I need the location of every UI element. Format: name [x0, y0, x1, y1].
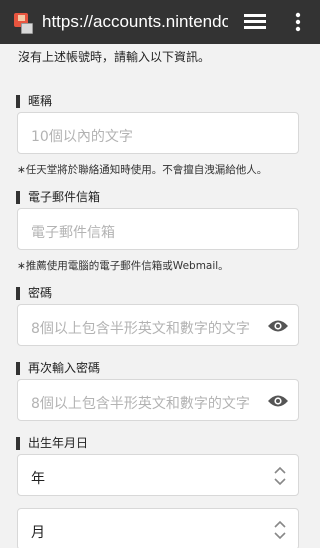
show-password-eye-icon[interactable] [267, 318, 289, 334]
nickname-note: ∗任天堂將於聯絡通知時使用。不會擅自洩漏給他人。 [17, 164, 268, 176]
email-placeholder: 電子郵件信箱 [31, 225, 115, 241]
nickname-input[interactable]: 10個以內的文字 [17, 112, 299, 154]
site-favicon-icon [12, 11, 33, 34]
browser-toolbar: https://accounts.nintendo [0, 0, 320, 44]
password-placeholder: 8個以上包含半形英文和數字的文字 [31, 321, 250, 337]
address-bar[interactable]: https://accounts.nintendo [42, 12, 228, 32]
show-password-confirm-eye-icon[interactable] [267, 393, 289, 409]
email-label: 電子郵件信箱 [16, 191, 100, 204]
intro-text: 沒有上述帳號時，請輸入以下資訊。 [18, 50, 211, 64]
registration-form: 沒有上述帳號時，請輸入以下資訊。 暱稱 10個以內的文字 ∗任天堂將於聯絡通知時… [0, 44, 320, 548]
password-input[interactable]: 8個以上包含半形英文和數字的文字 [17, 304, 299, 346]
birth-month-value: 月 [31, 525, 45, 541]
chevron-up-down-icon [274, 466, 286, 486]
birth-month-select[interactable]: 月 [17, 508, 299, 548]
password-confirm-input[interactable]: 8個以上包含半形英文和數字的文字 [17, 379, 299, 421]
nickname-placeholder: 10個以內的文字 [31, 129, 133, 145]
birth-year-select[interactable]: 年 [17, 454, 299, 496]
birthdate-label: 出生年月日 [16, 437, 88, 450]
password-label: 密碼 [16, 287, 52, 300]
overflow-menu-icon[interactable] [295, 12, 301, 32]
birth-year-value: 年 [31, 471, 45, 487]
password-confirm-label: 再次輸入密碼 [16, 362, 100, 375]
email-note: ∗推薦使用電腦的電子郵件信箱或Webmail。 [17, 260, 229, 272]
password-confirm-placeholder: 8個以上包含半形英文和數字的文字 [31, 396, 250, 412]
nickname-label: 暱稱 [16, 95, 52, 108]
chevron-up-down-icon [274, 520, 286, 540]
tabs-icon[interactable] [244, 14, 266, 30]
email-input[interactable]: 電子郵件信箱 [17, 208, 299, 250]
